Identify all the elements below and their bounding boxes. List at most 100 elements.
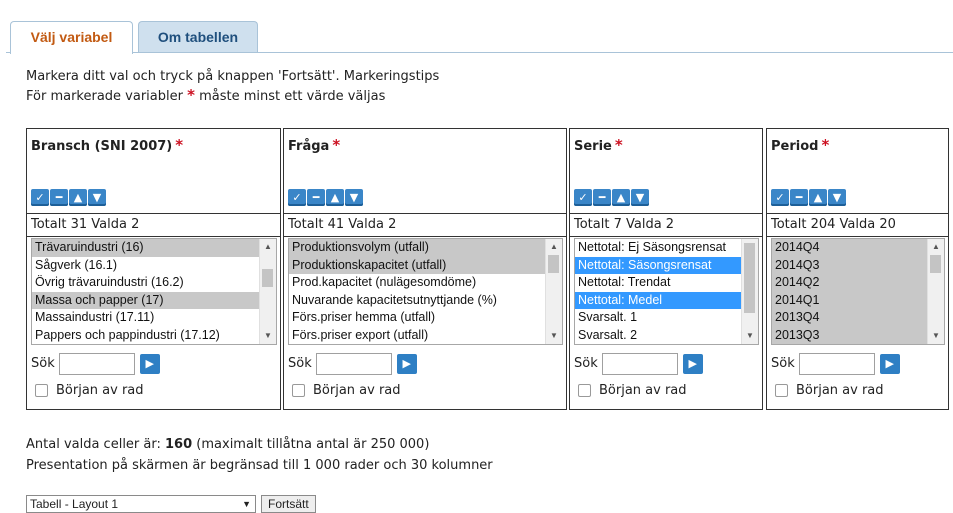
arrow-down-icon[interactable]: ▼ bbox=[631, 189, 649, 206]
start-of-row-checkbox[interactable] bbox=[775, 384, 788, 397]
minus-icon[interactable]: ━ bbox=[50, 189, 68, 206]
scroll-thumb[interactable] bbox=[262, 269, 273, 287]
panel-toolbar: ✓ ━ ▲ ▼ bbox=[771, 189, 847, 207]
minus-icon[interactable]: ━ bbox=[307, 189, 325, 206]
list-option[interactable]: 2013Q3 bbox=[772, 326, 944, 344]
tab-bar: Välj variabel Om tabellen bbox=[0, 0, 953, 54]
start-of-row-checkbox[interactable] bbox=[578, 384, 591, 397]
scroll-down-icon[interactable]: ▼ bbox=[546, 328, 562, 344]
list-option[interactable]: 2014Q1 bbox=[772, 291, 944, 309]
list-option[interactable]: Massaindustri (17.11) bbox=[32, 309, 276, 327]
start-of-row-checkbox[interactable] bbox=[292, 384, 305, 397]
arrow-down-icon[interactable]: ▼ bbox=[88, 189, 106, 206]
search-input[interactable] bbox=[58, 353, 135, 375]
scrollbar[interactable]: ▲ ▼ bbox=[741, 239, 758, 344]
scroll-up-icon[interactable]: ▲ bbox=[546, 239, 562, 255]
list-option[interactable]: Sågverk (16.1) bbox=[32, 257, 276, 275]
scroll-thumb[interactable] bbox=[548, 255, 559, 273]
list-option[interactable]: Nettotal: Säsongsrensat bbox=[575, 256, 758, 274]
instructions: Markera ditt val och tryck på knappen 'F… bbox=[26, 67, 439, 106]
scrollbar[interactable]: ▲ ▼ bbox=[259, 239, 276, 344]
value-listbox[interactable]: Produktionsvolym (utfall) Produktionskap… bbox=[288, 238, 563, 345]
arrow-right-icon[interactable]: ▶ bbox=[139, 354, 160, 374]
tab-divider bbox=[6, 52, 953, 53]
arrow-up-icon[interactable]: ▲ bbox=[809, 189, 827, 206]
scroll-down-icon[interactable]: ▼ bbox=[928, 328, 944, 344]
list-option[interactable]: Trävaruindustri (16) bbox=[32, 239, 276, 257]
value-listbox[interactable]: Trävaruindustri (16) Sågverk (16.1) Övri… bbox=[31, 238, 277, 345]
list-option[interactable]: 2013Q4 bbox=[772, 309, 944, 327]
list-option[interactable]: Produktionskapacitet (utfall) bbox=[289, 256, 562, 274]
arrow-right-icon[interactable]: ▶ bbox=[396, 354, 417, 374]
arrow-right-icon[interactable]: ▶ bbox=[682, 354, 703, 374]
scrollbar[interactable]: ▲ ▼ bbox=[927, 239, 944, 344]
minus-icon[interactable]: ━ bbox=[790, 189, 808, 206]
search-input[interactable] bbox=[601, 353, 678, 375]
start-of-row-option[interactable]: Början av rad bbox=[775, 383, 884, 399]
panel-count: Totalt 41 Valda 2 bbox=[284, 213, 566, 237]
list-option[interactable]: 2014Q4 bbox=[772, 239, 944, 257]
search-row: Sök ▶ bbox=[31, 353, 160, 375]
value-listbox[interactable]: Nettotal: Ej Säsongsrensat Nettotal: Säs… bbox=[574, 238, 759, 345]
continue-button[interactable]: Fortsätt bbox=[261, 495, 316, 513]
panel-count: Totalt 31 Valda 2 bbox=[27, 213, 280, 237]
panel-title: Fråga * bbox=[288, 136, 340, 154]
list-option[interactable]: Massa och papper (17) bbox=[32, 291, 276, 309]
layout-select[interactable]: Tabell - Layout 1 ▼ bbox=[26, 495, 256, 513]
required-star-icon: * bbox=[332, 136, 341, 154]
start-of-row-option[interactable]: Början av rad bbox=[292, 383, 401, 399]
check-all-icon[interactable]: ✓ bbox=[574, 189, 592, 206]
scrollbar[interactable]: ▲ ▼ bbox=[545, 239, 562, 344]
search-label: Sök bbox=[771, 356, 795, 371]
search-input[interactable] bbox=[315, 353, 392, 375]
list-option[interactable]: Pappers och pappindustri (17.12) bbox=[32, 327, 276, 345]
scroll-thumb[interactable] bbox=[930, 255, 941, 273]
list-option[interactable]: Nettotal: Medel bbox=[575, 291, 758, 309]
check-all-icon[interactable]: ✓ bbox=[288, 189, 306, 206]
arrow-right-icon[interactable]: ▶ bbox=[879, 354, 900, 374]
tab-about-table[interactable]: Om tabellen bbox=[138, 21, 258, 52]
scroll-down-icon[interactable]: ▼ bbox=[260, 328, 276, 344]
start-of-row-option[interactable]: Början av rad bbox=[578, 383, 687, 399]
list-option[interactable]: Nettotal: Ej Säsongsrensat bbox=[575, 239, 758, 257]
arrow-down-icon[interactable]: ▼ bbox=[828, 189, 846, 206]
panel-title: Serie * bbox=[574, 136, 623, 154]
search-row: Sök ▶ bbox=[288, 353, 417, 375]
list-option[interactable]: 2014Q3 bbox=[772, 256, 944, 274]
list-option[interactable]: Övrig trävaruindustri (16.2) bbox=[32, 274, 276, 292]
instructions-line-2-text: För markerade variabler bbox=[26, 89, 183, 104]
list-option[interactable]: Prod.kapacitet (nulägesomdöme) bbox=[289, 274, 562, 292]
scroll-up-icon[interactable]: ▲ bbox=[928, 239, 944, 255]
scroll-thumb[interactable] bbox=[744, 243, 755, 313]
check-all-icon[interactable]: ✓ bbox=[771, 189, 789, 206]
scroll-down-icon[interactable]: ▼ bbox=[742, 328, 758, 344]
list-option[interactable]: Svarsalt. 1 bbox=[575, 309, 758, 327]
variable-panel-period: Period * ✓ ━ ▲ ▼ Totalt 204 Valda 20 2014Q4 … bbox=[766, 128, 949, 410]
panel-title: Period * bbox=[771, 136, 829, 154]
check-all-icon[interactable]: ✓ bbox=[31, 189, 49, 206]
presentation-controls: Tabell - Layout 1 ▼ Fortsätt bbox=[26, 495, 316, 513]
value-listbox[interactable]: 2014Q4 2014Q3 2014Q2 2014Q1 2013Q4 2013Q… bbox=[771, 238, 945, 345]
arrow-up-icon[interactable]: ▲ bbox=[69, 189, 87, 206]
tab-select-variable[interactable]: Välj variabel bbox=[10, 21, 133, 54]
cell-count-value: 160 bbox=[165, 437, 193, 452]
start-of-row-checkbox[interactable] bbox=[35, 384, 48, 397]
search-input[interactable] bbox=[798, 353, 875, 375]
search-label: Sök bbox=[31, 356, 55, 371]
arrow-down-icon[interactable]: ▼ bbox=[345, 189, 363, 206]
list-option[interactable]: Produktionsvolym (utfall) bbox=[289, 239, 562, 257]
list-option[interactable]: Förs.priser export (utfall) bbox=[289, 327, 562, 345]
list-option[interactable]: Nuvarande kapacitetsutnyttjande (%) bbox=[289, 292, 562, 310]
list-option[interactable]: Svarsalt. 2 bbox=[575, 327, 758, 345]
list-option[interactable]: Nettotal: Trendat bbox=[575, 274, 758, 292]
arrow-up-icon[interactable]: ▲ bbox=[326, 189, 344, 206]
minus-icon[interactable]: ━ bbox=[593, 189, 611, 206]
list-option[interactable]: 2014Q2 bbox=[772, 274, 944, 292]
scroll-up-icon[interactable]: ▲ bbox=[260, 239, 276, 255]
start-of-row-label: Början av rad bbox=[599, 383, 687, 398]
panel-title-text: Fråga bbox=[288, 139, 330, 154]
start-of-row-option[interactable]: Början av rad bbox=[35, 383, 144, 399]
arrow-up-icon[interactable]: ▲ bbox=[612, 189, 630, 206]
list-option[interactable]: Förs.priser hemma (utfall) bbox=[289, 309, 562, 327]
cell-count-label: Antal valda celler är: bbox=[26, 437, 161, 452]
